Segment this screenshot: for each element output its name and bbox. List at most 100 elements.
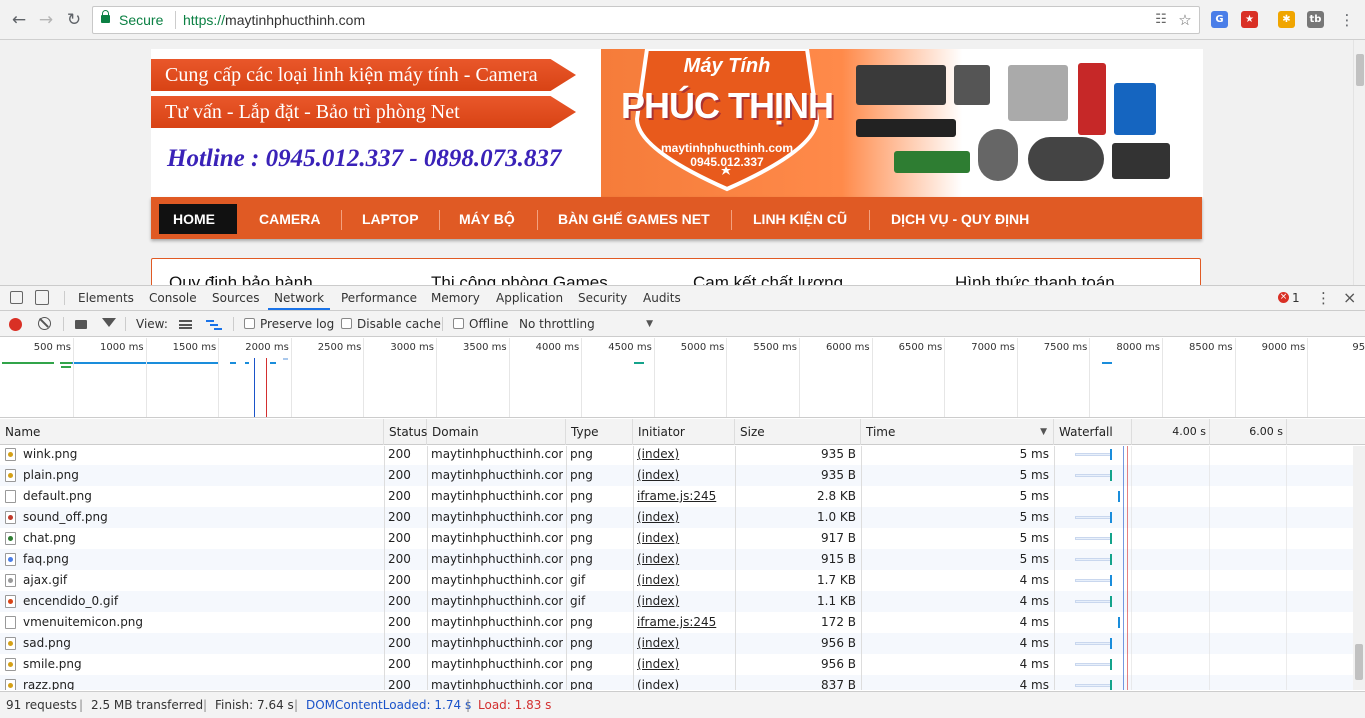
table-row[interactable]: sound_off.png 200 maytinhphucthinh.com png (…: [0, 507, 1353, 528]
request-name[interactable]: sad.png: [23, 633, 378, 654]
record-icon[interactable]: [9, 318, 22, 331]
puzzle-extension-icon[interactable]: ✱: [1278, 11, 1295, 28]
tab-memory[interactable]: Memory: [425, 286, 486, 310]
request-name[interactable]: default.png: [23, 486, 378, 507]
tab-security[interactable]: Security: [572, 286, 633, 310]
filter-icon[interactable]: [102, 318, 116, 327]
error-icon[interactable]: ×: [1278, 292, 1289, 303]
network-overview-timeline[interactable]: 500 ms 1000 ms 1500 ms 2000 ms 2500 ms 3000 m…: [0, 338, 1365, 418]
col-domain[interactable]: Domain: [427, 419, 566, 445]
table-row[interactable]: wink.png 200 maytinhphucthinh.com png (index…: [0, 446, 1353, 465]
tab-elements[interactable]: Elements: [72, 286, 140, 310]
request-name[interactable]: encendido_0.gif: [23, 591, 378, 612]
requests-scrollbar-thumb[interactable]: [1355, 644, 1363, 680]
table-row[interactable]: razz.png 200 maytinhphucthinh.com png (index…: [0, 675, 1353, 690]
request-name[interactable]: chat.png: [23, 528, 378, 549]
tb-extension-icon[interactable]: tb: [1307, 11, 1324, 28]
tab-sources[interactable]: Sources: [206, 286, 265, 310]
address-bar[interactable]: Secure https://maytinhphucthinh.com ☷ ☆: [92, 6, 1200, 34]
page-scrollbar[interactable]: [1353, 40, 1365, 285]
disable-cache-box[interactable]: [341, 318, 352, 329]
info-games-construction[interactable]: Thi công phòng Games: [431, 273, 608, 285]
clear-icon[interactable]: [38, 317, 51, 330]
table-row[interactable]: faq.png 200 maytinhphucthinh.com png (index)…: [0, 549, 1353, 570]
disable-cache-checkbox[interactable]: Disable cache: [341, 311, 441, 337]
request-initiator[interactable]: (index): [637, 507, 732, 528]
request-initiator[interactable]: (index): [637, 528, 732, 549]
google-translate-extension-icon[interactable]: G: [1211, 11, 1228, 28]
col-size[interactable]: Size: [735, 419, 861, 445]
request-name[interactable]: razz.png: [23, 675, 378, 690]
col-status[interactable]: Status: [384, 419, 427, 445]
page-scrollbar-thumb[interactable]: [1356, 54, 1364, 86]
table-row[interactable]: sad.png 200 maytinhphucthinh.com png (index)…: [0, 633, 1353, 654]
tab-console[interactable]: Console: [143, 286, 203, 310]
tab-performance[interactable]: Performance: [335, 286, 423, 310]
tab-audits[interactable]: Audits: [637, 286, 687, 310]
request-initiator[interactable]: (index): [637, 549, 732, 570]
request-name[interactable]: wink.png: [23, 446, 378, 465]
vietnam-flag-extension-icon[interactable]: ★: [1241, 11, 1258, 28]
preserve-log-checkbox[interactable]: Preserve log: [244, 311, 334, 337]
table-row[interactable]: chat.png 200 maytinhphucthinh.com png (index…: [0, 528, 1353, 549]
capture-screenshots-icon[interactable]: [75, 320, 87, 329]
col-initiator[interactable]: Initiator: [633, 419, 735, 445]
info-warranty[interactable]: Quy định bảo hành: [169, 273, 313, 285]
request-initiator[interactable]: (index): [637, 675, 732, 690]
col-name[interactable]: Name: [0, 419, 384, 445]
back-icon[interactable]: ←: [8, 9, 30, 31]
menu-item-may-bo[interactable]: MÁY BỘ: [445, 204, 529, 234]
table-row[interactable]: vmenuitemicon.png 200 maytinhphucthinh.com…: [0, 612, 1353, 633]
close-devtools-icon[interactable]: ×: [1343, 286, 1356, 310]
col-type[interactable]: Type: [566, 419, 633, 445]
requests-table-body[interactable]: wink.png 200 maytinhphucthinh.com png (index…: [0, 446, 1353, 690]
request-initiator[interactable]: (index): [637, 465, 732, 486]
overview-waterfall-icon[interactable]: [206, 320, 222, 330]
info-quality[interactable]: Cam kết chất lượng: [693, 273, 843, 285]
menu-item-ban-ghe-games-net[interactable]: BÀN GHẾ GAMES NET: [544, 204, 724, 234]
request-initiator[interactable]: (index): [637, 446, 732, 465]
request-initiator[interactable]: iframe.js:245: [637, 486, 732, 507]
table-row[interactable]: ajax.gif 200 maytinhphucthinh.com gif (index…: [0, 570, 1353, 591]
request-name[interactable]: sound_off.png: [23, 507, 378, 528]
url-text[interactable]: https://maytinhphucthinh.com: [183, 12, 365, 28]
devtools-menu-icon[interactable]: ⋮: [1316, 286, 1331, 310]
request-initiator[interactable]: (index): [637, 570, 732, 591]
request-initiator[interactable]: (index): [637, 633, 732, 654]
request-initiator[interactable]: (index): [637, 591, 732, 612]
throttling-select[interactable]: No throttling ▼: [519, 311, 655, 337]
table-row[interactable]: encendido_0.gif 200 maytinhphucthinh.com gi…: [0, 591, 1353, 612]
request-name[interactable]: vmenuitemicon.png: [23, 612, 378, 633]
device-toolbar-icon[interactable]: [35, 290, 49, 305]
col-time[interactable]: Time ▼: [861, 419, 1054, 445]
tab-network[interactable]: Network: [268, 286, 331, 310]
menu-item-home[interactable]: HOME: [159, 204, 237, 234]
large-rows-icon[interactable]: [179, 320, 192, 329]
requests-scrollbar[interactable]: [1353, 446, 1365, 690]
menu-item-dich-vu-quy-dinh[interactable]: DỊCH VỤ - QUY ĐỊNH: [877, 204, 1043, 234]
tab-application[interactable]: Application: [490, 286, 569, 310]
inspect-element-icon[interactable]: [10, 291, 23, 304]
chrome-menu-icon[interactable]: ⋮: [1336, 9, 1358, 31]
bookmark-star-icon[interactable]: ☆: [1177, 12, 1193, 28]
offline-box[interactable]: [453, 318, 464, 329]
menu-item-laptop[interactable]: LAPTOP: [348, 204, 433, 234]
error-count[interactable]: 1: [1292, 286, 1300, 310]
menu-item-camera[interactable]: CAMERA: [245, 204, 334, 234]
forward-icon[interactable]: →: [35, 9, 57, 31]
request-name[interactable]: faq.png: [23, 549, 378, 570]
table-row[interactable]: smile.png 200 maytinhphucthinh.com png (inde…: [0, 654, 1353, 675]
table-row[interactable]: default.png 200 maytinhphucthinh.com png ifr…: [0, 486, 1353, 507]
preserve-log-box[interactable]: [244, 318, 255, 329]
table-row[interactable]: plain.png 200 maytinhphucthinh.com png (inde…: [0, 465, 1353, 486]
request-initiator[interactable]: iframe.js:245: [637, 612, 732, 633]
translate-icon[interactable]: ☷: [1153, 12, 1169, 28]
request-name[interactable]: smile.png: [23, 654, 378, 675]
request-name[interactable]: ajax.gif: [23, 570, 378, 591]
request-name[interactable]: plain.png: [23, 465, 378, 486]
reload-icon[interactable]: ↻: [63, 9, 85, 31]
info-payment[interactable]: Hình thức thanh toán: [955, 273, 1115, 285]
menu-item-linh-kien-cu[interactable]: LINH KIỆN CŨ: [739, 204, 861, 234]
offline-checkbox[interactable]: Offline: [453, 311, 508, 337]
request-initiator[interactable]: (index): [637, 654, 732, 675]
